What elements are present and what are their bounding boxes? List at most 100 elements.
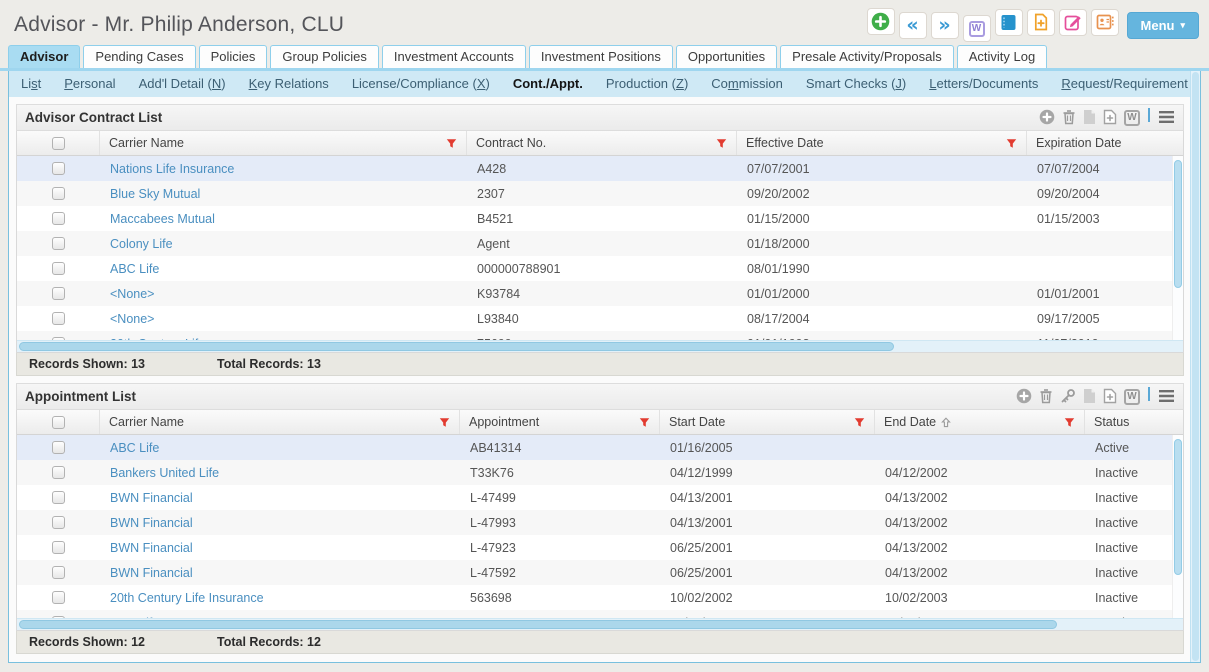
document-button[interactable] bbox=[1083, 388, 1096, 404]
table-row[interactable]: BWN FinancialL-4759206/25/200104/13/2002… bbox=[17, 560, 1183, 585]
tab-activity-log[interactable]: Activity Log bbox=[957, 45, 1047, 68]
subnav-item-cont-appt[interactable]: Cont./Appt. bbox=[513, 76, 583, 91]
table-row[interactable]: <None>L9384008/17/200409/17/2005 bbox=[17, 306, 1183, 331]
column-header-status[interactable]: Status bbox=[1085, 410, 1183, 434]
row-checkbox[interactable] bbox=[52, 237, 65, 250]
export-document-button[interactable] bbox=[1103, 109, 1117, 125]
table-row[interactable]: Bankers United LifeT33K7604/12/199904/12… bbox=[17, 460, 1183, 485]
row-checkbox[interactable] bbox=[52, 212, 65, 225]
table-row[interactable]: <None>K9378401/01/200001/01/2001 bbox=[17, 281, 1183, 306]
word-export-button[interactable]: W bbox=[1124, 108, 1140, 126]
subnav-item-letters-documents[interactable]: Letters/Documents bbox=[929, 76, 1038, 91]
horizontal-scrollbar[interactable] bbox=[17, 340, 1183, 352]
next-record-button[interactable]: » bbox=[931, 12, 959, 39]
add-circle-button[interactable] bbox=[1039, 109, 1055, 125]
select-all-checkbox[interactable] bbox=[52, 137, 65, 150]
carrier-link[interactable]: Maccabees Mutual bbox=[100, 212, 467, 226]
carrier-link[interactable]: BWN Financial bbox=[100, 566, 460, 580]
table-row[interactable]: 20th Century Life Insurance56369810/02/2… bbox=[17, 585, 1183, 610]
row-checkbox[interactable] bbox=[52, 566, 65, 579]
subnav-item-personal[interactable]: Personal bbox=[64, 76, 115, 91]
list-menu-button[interactable] bbox=[1158, 389, 1175, 403]
table-row[interactable]: Colony LifeAgent01/18/2000 bbox=[17, 231, 1183, 256]
table-row[interactable]: Nations Life InsuranceA42807/07/200107/0… bbox=[17, 156, 1183, 181]
tab-policies[interactable]: Policies bbox=[199, 45, 268, 68]
vertical-scrollbar[interactable] bbox=[1172, 435, 1183, 618]
add-circle-button[interactable] bbox=[1016, 388, 1032, 404]
table-row[interactable]: ABC Life000000-8806/03/199706/03/2003Ina… bbox=[17, 610, 1183, 618]
column-header-carrier-name[interactable]: Carrier Name bbox=[100, 131, 467, 155]
word-export-button[interactable]: W bbox=[1124, 387, 1140, 405]
table-row[interactable]: Maccabees MutualB452101/15/200001/15/200… bbox=[17, 206, 1183, 231]
new-document-button[interactable] bbox=[1027, 9, 1055, 36]
tab-presale-activity-proposals[interactable]: Presale Activity/Proposals bbox=[780, 45, 954, 68]
row-checkbox[interactable] bbox=[52, 491, 65, 504]
previous-record-button[interactable]: « bbox=[899, 12, 927, 39]
word-letter-button[interactable]: W bbox=[963, 15, 991, 42]
notebook-button[interactable] bbox=[995, 9, 1023, 36]
row-checkbox[interactable] bbox=[52, 466, 65, 479]
export-document-button[interactable] bbox=[1103, 388, 1117, 404]
column-header-effective-date[interactable]: Effective Date bbox=[737, 131, 1027, 155]
carrier-link[interactable]: ABC Life bbox=[100, 441, 460, 455]
subnav-item-production-z[interactable]: Production (Z) bbox=[606, 76, 688, 91]
subnav-item-add-l-detail-n[interactable]: Add'l Detail (N) bbox=[139, 76, 226, 91]
horizontal-scrollbar[interactable] bbox=[17, 618, 1183, 630]
tab-group-policies[interactable]: Group Policies bbox=[270, 45, 379, 68]
row-checkbox[interactable] bbox=[52, 441, 65, 454]
subnav-item-license-compliance-x[interactable]: License/Compliance (X) bbox=[352, 76, 490, 91]
row-checkbox[interactable] bbox=[52, 541, 65, 554]
filter-icon[interactable] bbox=[716, 138, 727, 149]
panel-vertical-scrollbar[interactable] bbox=[1190, 71, 1200, 662]
row-checkbox[interactable] bbox=[52, 262, 65, 275]
table-row[interactable]: Blue Sky Mutual230709/20/200209/20/2004 bbox=[17, 181, 1183, 206]
carrier-link[interactable]: BWN Financial bbox=[100, 516, 460, 530]
table-row[interactable]: BWN FinancialL-4792306/25/200104/13/2002… bbox=[17, 535, 1183, 560]
carrier-link[interactable]: 20th Century Life Insurance bbox=[100, 591, 460, 605]
list-menu-button[interactable] bbox=[1158, 110, 1175, 124]
panel-vertical-scrollbar-thumb[interactable] bbox=[1192, 72, 1199, 661]
table-row[interactable]: BWN FinancialL-4749904/13/200104/13/2002… bbox=[17, 485, 1183, 510]
column-header-contract-no[interactable]: Contract No. bbox=[467, 131, 737, 155]
filter-icon[interactable] bbox=[439, 417, 450, 428]
table-row[interactable]: BWN FinancialL-4799304/13/200104/13/2002… bbox=[17, 510, 1183, 535]
row-checkbox[interactable] bbox=[52, 187, 65, 200]
column-header-start-date[interactable]: Start Date bbox=[660, 410, 875, 434]
table-row[interactable]: ABC Life00000078890108/01/1990 bbox=[17, 256, 1183, 281]
subnav-item-key-relations[interactable]: Key Relations bbox=[249, 76, 329, 91]
carrier-link[interactable]: <None> bbox=[100, 287, 467, 301]
column-header-expiration-date[interactable]: Expiration Date bbox=[1027, 131, 1183, 155]
filter-icon[interactable] bbox=[1006, 138, 1017, 149]
horizontal-scrollbar-thumb[interactable] bbox=[19, 342, 894, 351]
tab-investment-positions[interactable]: Investment Positions bbox=[529, 45, 673, 68]
row-checkbox[interactable] bbox=[52, 591, 65, 604]
filter-icon[interactable] bbox=[1064, 417, 1075, 428]
filter-icon[interactable] bbox=[639, 417, 650, 428]
horizontal-scrollbar-thumb[interactable] bbox=[19, 620, 1057, 629]
vertical-scrollbar-thumb[interactable] bbox=[1174, 439, 1182, 575]
row-checkbox[interactable] bbox=[52, 516, 65, 529]
carrier-link[interactable]: Nations Life Insurance bbox=[100, 162, 467, 176]
subnav-item-smart-checks-j[interactable]: Smart Checks (J) bbox=[806, 76, 906, 91]
carrier-link[interactable]: BWN Financial bbox=[100, 491, 460, 505]
document-button[interactable] bbox=[1083, 109, 1096, 125]
vertical-scrollbar-thumb[interactable] bbox=[1174, 160, 1182, 288]
carrier-link[interactable]: ABC Life bbox=[100, 262, 467, 276]
filter-icon[interactable] bbox=[854, 417, 865, 428]
select-all-checkbox[interactable] bbox=[52, 416, 65, 429]
add-record-button[interactable] bbox=[867, 8, 895, 35]
menu-button[interactable]: Menu ▾ bbox=[1127, 12, 1199, 39]
subnav-item-commission[interactable]: Commission bbox=[711, 76, 783, 91]
carrier-link[interactable]: Bankers United Life bbox=[100, 466, 460, 480]
subnav-item-request-requirement[interactable]: Request/Requirement bbox=[1061, 76, 1187, 91]
delete-button[interactable] bbox=[1062, 109, 1076, 125]
carrier-link[interactable]: BWN Financial bbox=[100, 541, 460, 555]
row-checkbox[interactable] bbox=[52, 312, 65, 325]
contact-card-button[interactable] bbox=[1091, 9, 1119, 36]
tab-investment-accounts[interactable]: Investment Accounts bbox=[382, 45, 526, 68]
carrier-link[interactable]: Blue Sky Mutual bbox=[100, 187, 467, 201]
key-button[interactable] bbox=[1060, 388, 1076, 404]
table-row[interactable]: 20th Century Life7569901/01/199811/07/20… bbox=[17, 331, 1183, 340]
tab-pending-cases[interactable]: Pending Cases bbox=[83, 45, 195, 68]
tab-opportunities[interactable]: Opportunities bbox=[676, 45, 777, 68]
